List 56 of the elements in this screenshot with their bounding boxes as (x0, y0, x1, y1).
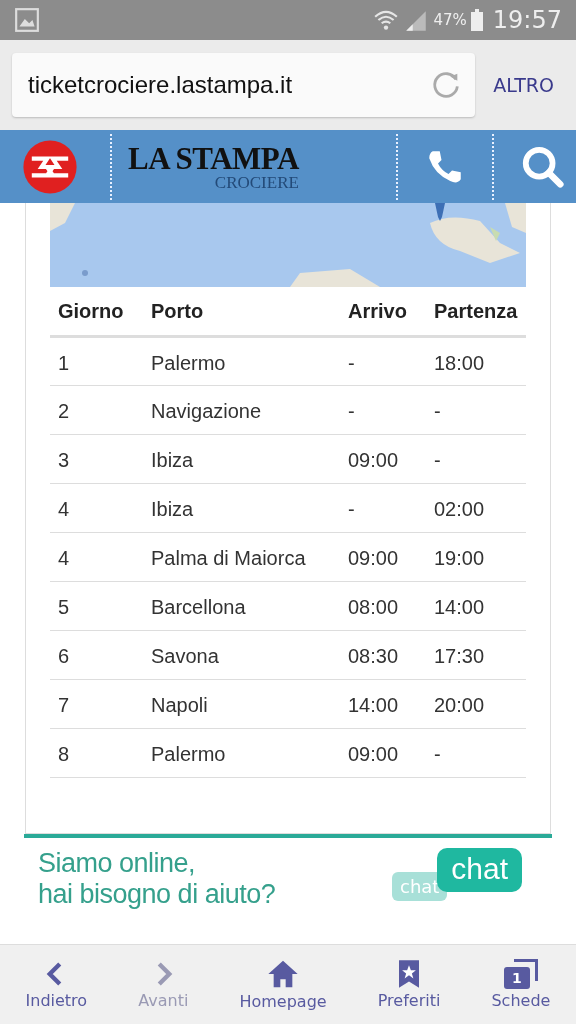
table-cell: Palermo (151, 352, 226, 374)
battery-icon (470, 9, 483, 31)
table-cell: - (348, 400, 355, 422)
column-header: Porto (143, 287, 340, 337)
table-cell: 09:00 (348, 449, 399, 471)
table-cell: Ibiza (151, 498, 194, 520)
table-cell: 4 (58, 547, 70, 569)
more-button[interactable]: ALTRO (493, 74, 564, 96)
home-icon (267, 958, 300, 990)
table-cell: 17:30 (434, 645, 485, 667)
table-cell: Savona (151, 645, 219, 667)
battery-percentage: 47% (433, 11, 467, 29)
table-cell: 2 (58, 400, 70, 422)
table-cell: 7 (58, 694, 70, 716)
clock: 19:57 (492, 6, 562, 34)
table-cell: 5 (58, 596, 70, 618)
table-cell: Palermo (151, 743, 226, 765)
brand-name: LA STAMPA (128, 142, 299, 174)
table-cell: 09:00 (348, 547, 399, 569)
column-header: Giorno (50, 287, 143, 337)
table-cell: Navigazione (151, 400, 262, 422)
table-cell: 14:00 (348, 694, 399, 716)
table-cell: 8 (58, 743, 70, 765)
table-cell: 09:00 (348, 743, 399, 765)
chat-promo-text: Siamo online, hai bisogno di aiuto? (38, 848, 276, 911)
table-cell: 14:00 (434, 596, 485, 618)
image-icon (14, 7, 40, 33)
column-header: Partenza (426, 287, 526, 337)
table-cell: 18:00 (434, 352, 485, 374)
table-cell: - (348, 498, 355, 520)
table-cell: 3 (58, 449, 70, 471)
nav-button[interactable]: 1 Schede (487, 957, 555, 1012)
nav-button[interactable]: Preferiti (373, 957, 445, 1012)
table-cell: 4 (58, 498, 70, 520)
table-cell: 02:00 (434, 498, 485, 520)
table-cell: 6 (58, 645, 70, 667)
table-cell: - (434, 400, 441, 422)
table-cell: 08:30 (348, 645, 399, 667)
table-cell: Napoli (151, 694, 208, 716)
chat-bubble: chat (437, 848, 522, 892)
table-cell: - (434, 449, 441, 471)
nav-button[interactable]: Indietro (21, 957, 92, 1012)
table-cell: Palma di Maiorca (151, 547, 306, 569)
table-cell: - (348, 352, 355, 374)
table-cell: 20:00 (434, 694, 485, 716)
table-cell: Barcellona (151, 596, 246, 618)
nav-button[interactable]: Homepage (235, 956, 331, 1013)
table-cell: - (434, 743, 441, 765)
table-cell: 08:00 (348, 596, 399, 618)
column-header: Arrivo (340, 287, 426, 337)
table-cell: 19:00 (434, 547, 485, 569)
brand-subtitle: CROCIERE (214, 173, 299, 191)
table-cell: 1 (58, 352, 70, 374)
url-field[interactable]: ticketcrociere.lastampa.it (12, 53, 476, 117)
table-cell: Ibiza (151, 449, 194, 471)
logo-icon[interactable] (22, 138, 78, 195)
